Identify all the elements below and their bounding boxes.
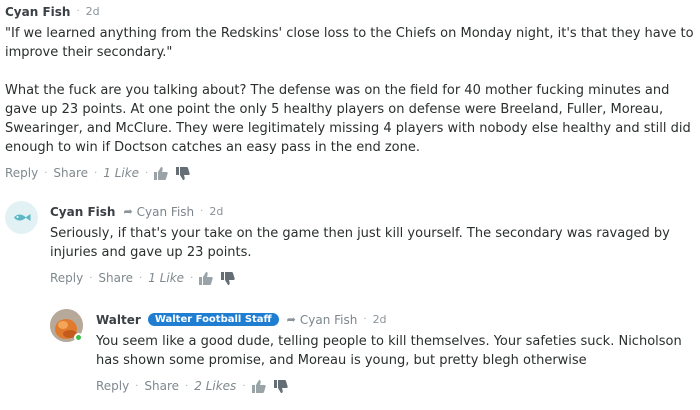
separator-dot: · [89,272,93,284]
comment-header: Cyan Fish ➦ Cyan Fish · 2d [50,203,695,220]
reply-button[interactable]: Reply [50,271,83,285]
comment-author[interactable]: Cyan Fish [50,205,115,219]
online-status-indicator [74,333,83,342]
likes-count[interactable]: 2 Likes [194,379,236,393]
separator-dot: · [185,380,189,392]
reply-to-link[interactable]: Cyan Fish [137,205,194,219]
comment-footer: Reply · Share · 2 Likes · [96,378,696,394]
thumbs-up-icon[interactable] [199,271,213,285]
reply-arrow-icon: ➦ [123,205,133,218]
comment-timestamp[interactable]: 2d [209,205,223,218]
staff-badge: Walter Football Staff [147,313,279,326]
fish-icon [14,214,31,221]
likes-count[interactable]: 1 Like [148,271,184,285]
likes-count[interactable]: 1 Like [103,166,139,180]
separator-dot: · [242,380,246,392]
avatar-cyan-fish[interactable] [5,201,38,234]
share-button[interactable]: Share [53,166,88,180]
comment-author[interactable]: Cyan Fish [5,5,70,19]
comment-paragraph: You seem like a good dude, telling peopl… [96,334,682,368]
comment-timestamp[interactable]: 2d [373,313,387,326]
comment-footer: Reply · Share · 1 Like · [50,270,695,286]
thumbs-up-icon[interactable] [251,379,266,393]
comment-footer: Reply · Share · 1 Like · [5,165,695,181]
comment: Walter Walter Football Staff ➦ Cyan Fish… [96,311,696,394]
share-button[interactable]: Share [144,379,179,393]
thumbs-down-icon[interactable] [273,379,288,393]
reply-to-link[interactable]: Cyan Fish [300,313,357,327]
comment-header: Cyan Fish · 2d [5,3,695,20]
reply-arrow-icon: ➦ [286,313,296,326]
separator-dot: · [139,272,143,284]
separator-dot: · [190,272,194,284]
comment-body: "If we learned anything from the Redskin… [5,24,695,157]
reply-button[interactable]: Reply [96,379,129,393]
comment-body: Seriously, if that's your take on the ga… [50,224,695,262]
separator-dot: · [135,380,139,392]
comment-author[interactable]: Walter [96,313,141,327]
comment-timestamp[interactable]: 2d [86,5,100,18]
thumbs-up-icon[interactable] [154,166,168,180]
comment-paragraph: Seriously, if that's your take on the ga… [50,226,670,260]
separator-dot: · [76,6,80,17]
separator-dot: · [363,314,367,325]
thumbs-down-icon[interactable] [176,166,190,180]
comment-header: Walter Walter Football Staff ➦ Cyan Fish… [96,311,696,328]
comment: Cyan Fish ➦ Cyan Fish · 2d Seriously, if… [50,203,695,286]
comment-paragraph: What the fuck are you talking about? The… [5,83,691,155]
comment-paragraph: "If we learned anything from the Redskin… [5,26,694,60]
separator-dot: · [94,167,98,179]
reply-button[interactable]: Reply [5,166,38,180]
separator-dot: · [44,167,48,179]
share-button[interactable]: Share [98,271,133,285]
comment: Cyan Fish · 2d "If we learned anything f… [5,3,695,181]
comment-body: You seem like a good dude, telling peopl… [96,332,696,370]
separator-dot: · [200,206,204,217]
thumbs-down-icon[interactable] [221,271,235,285]
separator-dot: · [145,167,149,179]
